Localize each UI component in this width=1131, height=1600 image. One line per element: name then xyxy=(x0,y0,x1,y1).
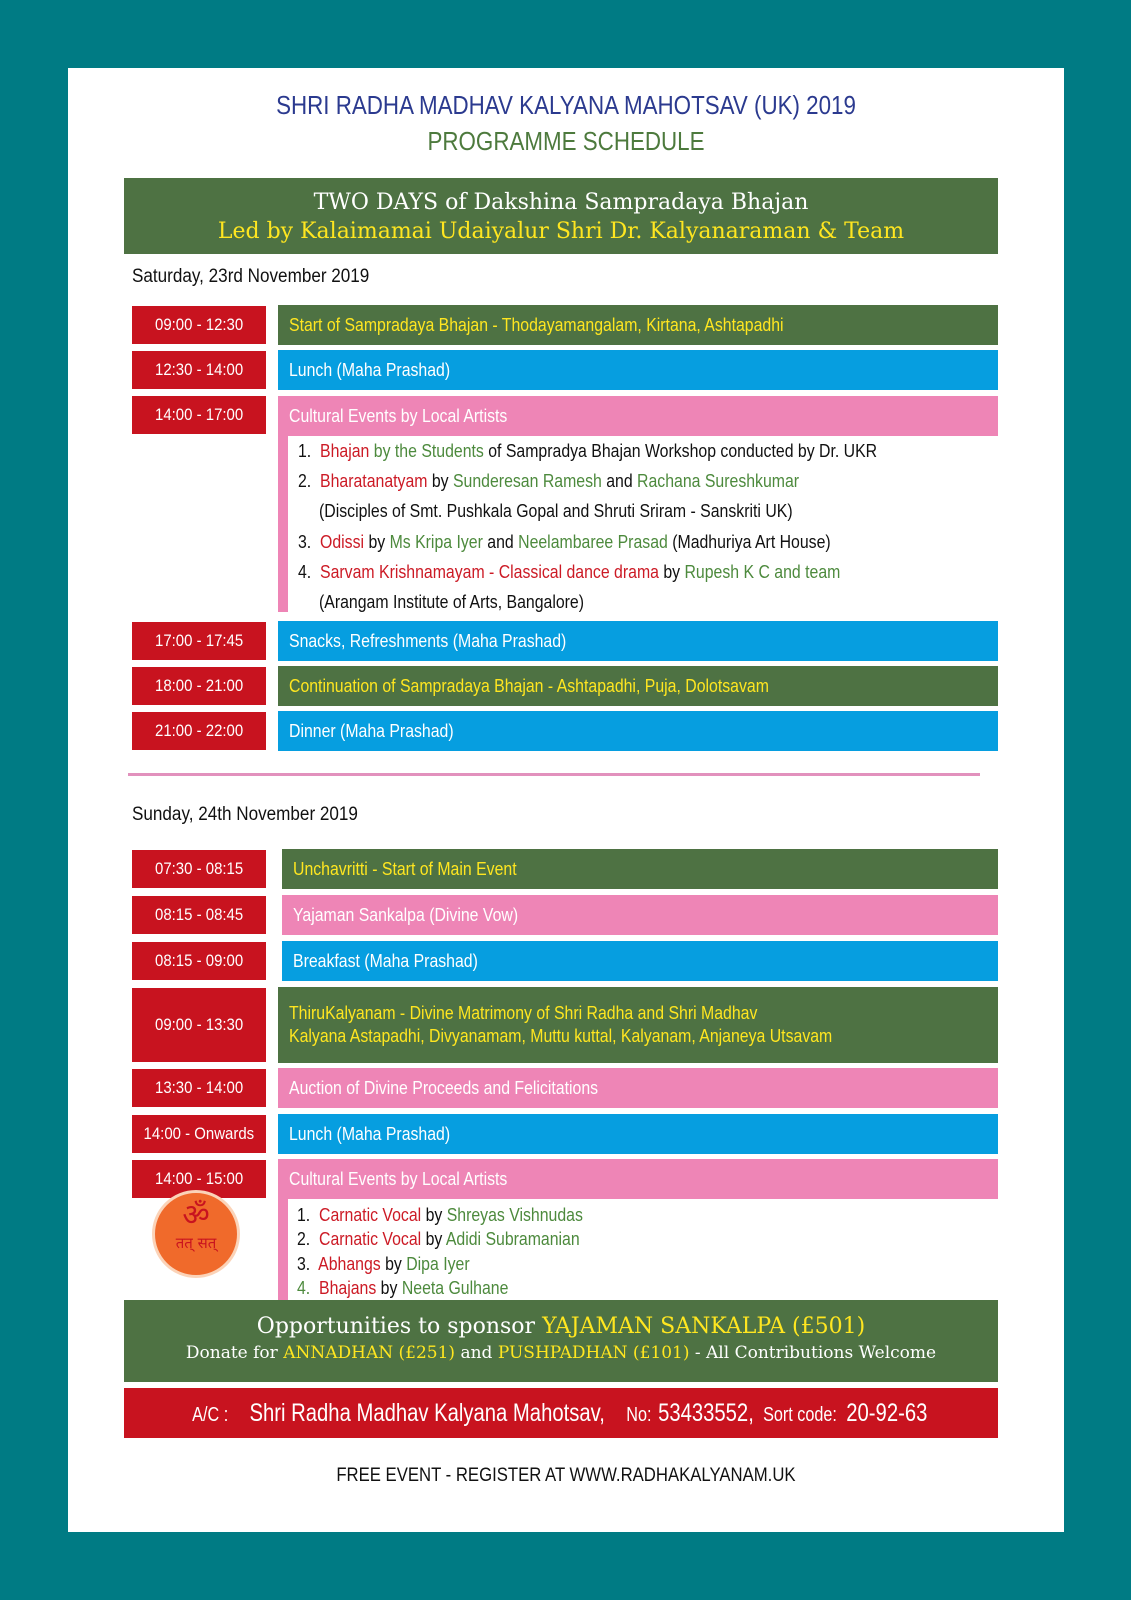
time-label: 14:00 - Onwards xyxy=(143,1124,255,1143)
event-label: Lunch (Maha Prashad) xyxy=(289,359,451,380)
sponsor-banner: Opportunities to sponsor YAJAMAN SANKALP… xyxy=(124,1300,998,1382)
time-label: 14:00 - 17:00 xyxy=(154,405,244,424)
time-box: 21:00 - 22:00 xyxy=(132,712,266,750)
time-box: 14:00 - Onwards xyxy=(132,1115,266,1153)
banner-line-1: TWO DAYS of Dakshina Sampradaya Bhajan xyxy=(313,190,809,215)
event-label: Lunch (Maha Prashad) xyxy=(289,1123,451,1144)
om-logo-text: तत् सत् xyxy=(175,1234,217,1252)
time-box: 09:00 - 12:30 xyxy=(132,306,266,344)
event-label: Cultural Events by Local Artists xyxy=(289,1168,508,1189)
time-label: 17:00 - 17:45 xyxy=(154,631,244,650)
event-bar: Continuation of Sampradaya Bhajan - Asht… xyxy=(278,666,998,706)
event-bar: Start of Sampradaya Bhajan - Thodayamang… xyxy=(278,305,998,345)
time-label: 07:30 - 08:15 xyxy=(154,859,244,878)
event-bar: Cultural Events by Local Artists xyxy=(278,1159,998,1199)
event-bar: Auction of Divine Proceeds and Felicitat… xyxy=(278,1068,998,1108)
time-box: 08:15 - 09:00 xyxy=(132,942,266,980)
sunday-heading: Sunday, 24th November 2019 xyxy=(132,804,358,825)
page-title: SHRI RADHA MADHAV KALYANA MAHOTSAV (UK) … xyxy=(276,90,856,120)
event-label: Dinner (Maha Prashad) xyxy=(289,720,454,741)
event-label: Yajaman Sankalpa (Divine Vow) xyxy=(293,904,519,925)
time-box: 17:00 - 17:45 xyxy=(132,622,266,660)
day-divider xyxy=(128,773,980,776)
event-bar: ThiruKalyanam - Divine Matrimony of Shri… xyxy=(278,987,998,1063)
list-item: 1. Bhajan by the Students of Sampradya B… xyxy=(298,441,878,461)
footer-registration: FREE EVENT - REGISTER AT WWW.RADHAKALYAN… xyxy=(336,1465,796,1486)
list-item: 4. Sarvam Krishnamayam - Classical dance… xyxy=(298,562,841,582)
saturday-heading: Saturday, 23rd November 2019 xyxy=(132,266,370,287)
time-box: 18:00 - 21:00 xyxy=(132,667,266,705)
list-item: 1. Carnatic Vocal by Shreyas Vishnudas xyxy=(297,1205,583,1225)
page-subtitle: PROGRAMME SCHEDULE xyxy=(427,126,705,156)
time-label: 21:00 - 22:00 xyxy=(154,721,244,740)
time-box: 09:00 - 13:30 xyxy=(132,988,266,1062)
event-label: Snacks, Refreshments (Maha Prashad) xyxy=(289,630,567,651)
event-bar: Dinner (Maha Prashad) xyxy=(278,711,998,751)
event-label: Start of Sampradaya Bhajan - Thodayamang… xyxy=(289,314,784,335)
event-label: Unchavritti - Start of Main Event xyxy=(293,858,517,879)
event-bar: Cultural Events by Local Artists xyxy=(278,396,998,436)
event-bar: Yajaman Sankalpa (Divine Vow) xyxy=(282,895,998,935)
time-label: 14:00 - 15:00 xyxy=(154,1169,244,1188)
time-label: 18:00 - 21:00 xyxy=(154,676,244,695)
pink-side-bar xyxy=(278,1199,288,1307)
banner-line-2: Led by Kalaimamai Udaiyalur Shri Dr. Kal… xyxy=(217,219,905,244)
list-item: 3. Abhangs by Dipa Iyer xyxy=(297,1254,470,1274)
time-box: 14:00 - 17:00 xyxy=(132,396,266,434)
list-item-note: (Arangam Institute of Arts, Bangalore) xyxy=(319,592,585,612)
event-label: Continuation of Sampradaya Bhajan - Asht… xyxy=(289,675,769,696)
time-box: 13:30 - 14:00 xyxy=(132,1069,266,1107)
event-bar: Lunch (Maha Prashad) xyxy=(278,1114,998,1154)
list-item: 2. Bharatanatyam by Sunderesan Ramesh an… xyxy=(298,471,800,491)
event-label: Cultural Events by Local Artists xyxy=(289,405,508,426)
account-details: A/C : Shri Radha Madhav Kalyana Mahotsav… xyxy=(124,1388,998,1438)
time-label: 12:30 - 14:00 xyxy=(154,360,244,379)
pink-side-bar xyxy=(278,436,288,612)
list-item: 2. Carnatic Vocal by Adidi Subramanian xyxy=(297,1229,580,1249)
event-label: Breakfast (Maha Prashad) xyxy=(293,950,478,971)
time-box: 07:30 - 08:15 xyxy=(132,850,266,888)
list-item: 4. Bhajans by Neeta Gulhane xyxy=(297,1278,509,1298)
event-bar: Lunch (Maha Prashad) xyxy=(278,350,998,390)
event-bar: Breakfast (Maha Prashad) xyxy=(282,941,998,981)
time-label: 08:15 - 08:45 xyxy=(154,905,244,924)
event-bar: Unchavritti - Start of Main Event xyxy=(282,849,998,889)
time-label: 09:00 - 12:30 xyxy=(154,315,244,334)
time-box: 12:30 - 14:00 xyxy=(132,351,266,389)
list-item-note: (Disciples of Smt. Pushkala Gopal and Sh… xyxy=(319,501,793,521)
time-label: 08:15 - 09:00 xyxy=(154,951,244,970)
poster: SHRI RADHA MADHAV KALYANA MAHOTSAV (UK) … xyxy=(68,68,1064,1532)
time-label: 13:30 - 14:00 xyxy=(154,1078,244,1097)
om-symbol-icon: ॐ xyxy=(182,1198,210,1233)
time-label: 09:00 - 13:30 xyxy=(154,1015,244,1034)
bhajan-banner: TWO DAYS of Dakshina Sampradaya Bhajan L… xyxy=(124,178,998,254)
time-box: 08:15 - 08:45 xyxy=(132,896,266,934)
list-item: 3. Odissi by Ms Kripa Iyer and Neelambar… xyxy=(298,532,831,552)
om-logo: ॐ तत् सत् xyxy=(152,1190,240,1278)
event-bar: Snacks, Refreshments (Maha Prashad) xyxy=(278,621,998,661)
event-label: Auction of Divine Proceeds and Felicitat… xyxy=(289,1077,599,1098)
